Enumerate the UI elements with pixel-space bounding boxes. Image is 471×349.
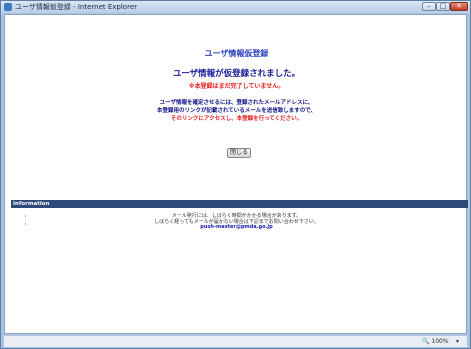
close-window-button[interactable]: ✕ (450, 2, 468, 11)
zoom-level[interactable]: 🔍 100% (422, 337, 449, 346)
information-bar: Information (11, 200, 468, 208)
minimize-button[interactable]: – (422, 2, 436, 11)
browser-window: ユーザ情報仮登録 - Internet Explorer – □ ✕ ユーザ情報… (0, 0, 471, 349)
message-line-1: ユーザ情報を確定させるには、登録されたメールアドレスに、 (159, 100, 314, 106)
not-complete-warning: ※本登録はまだ完了していません。 (188, 83, 285, 90)
message-line-3: そのリンクにアクセスし、本登録を行ってください。 (170, 116, 303, 122)
page-title: ユーザ情報仮登録 (204, 49, 269, 58)
title-bar: ユーザ情報仮登録 - Internet Explorer – □ ✕ (1, 1, 470, 13)
status-bar: 🔍 100% ▾ (4, 335, 467, 347)
contact-email-link[interactable]: push-master@pmda.go.jp (5, 224, 468, 230)
zoom-icon: 🔍 (422, 338, 430, 345)
page-content: ユーザ情報仮登録 ユーザ情報が仮登録されました。 ※本登録はまだ完了していません… (4, 14, 468, 334)
zoom-dropdown-icon[interactable]: ▾ (456, 337, 459, 346)
window-title: ユーザ情報仮登録 - Internet Explorer (15, 3, 138, 11)
ie-icon (4, 3, 12, 11)
zoom-value: 100% (431, 338, 449, 345)
message-line-2: 本登録用のリンクが記載されているメールを送信致しますので、 (156, 108, 317, 114)
information-label: Information (13, 201, 50, 207)
maximize-button[interactable]: □ (436, 2, 450, 11)
close-button[interactable]: 閉じる (227, 148, 251, 158)
success-heading: ユーザ情報が仮登録されました。 (172, 69, 301, 79)
